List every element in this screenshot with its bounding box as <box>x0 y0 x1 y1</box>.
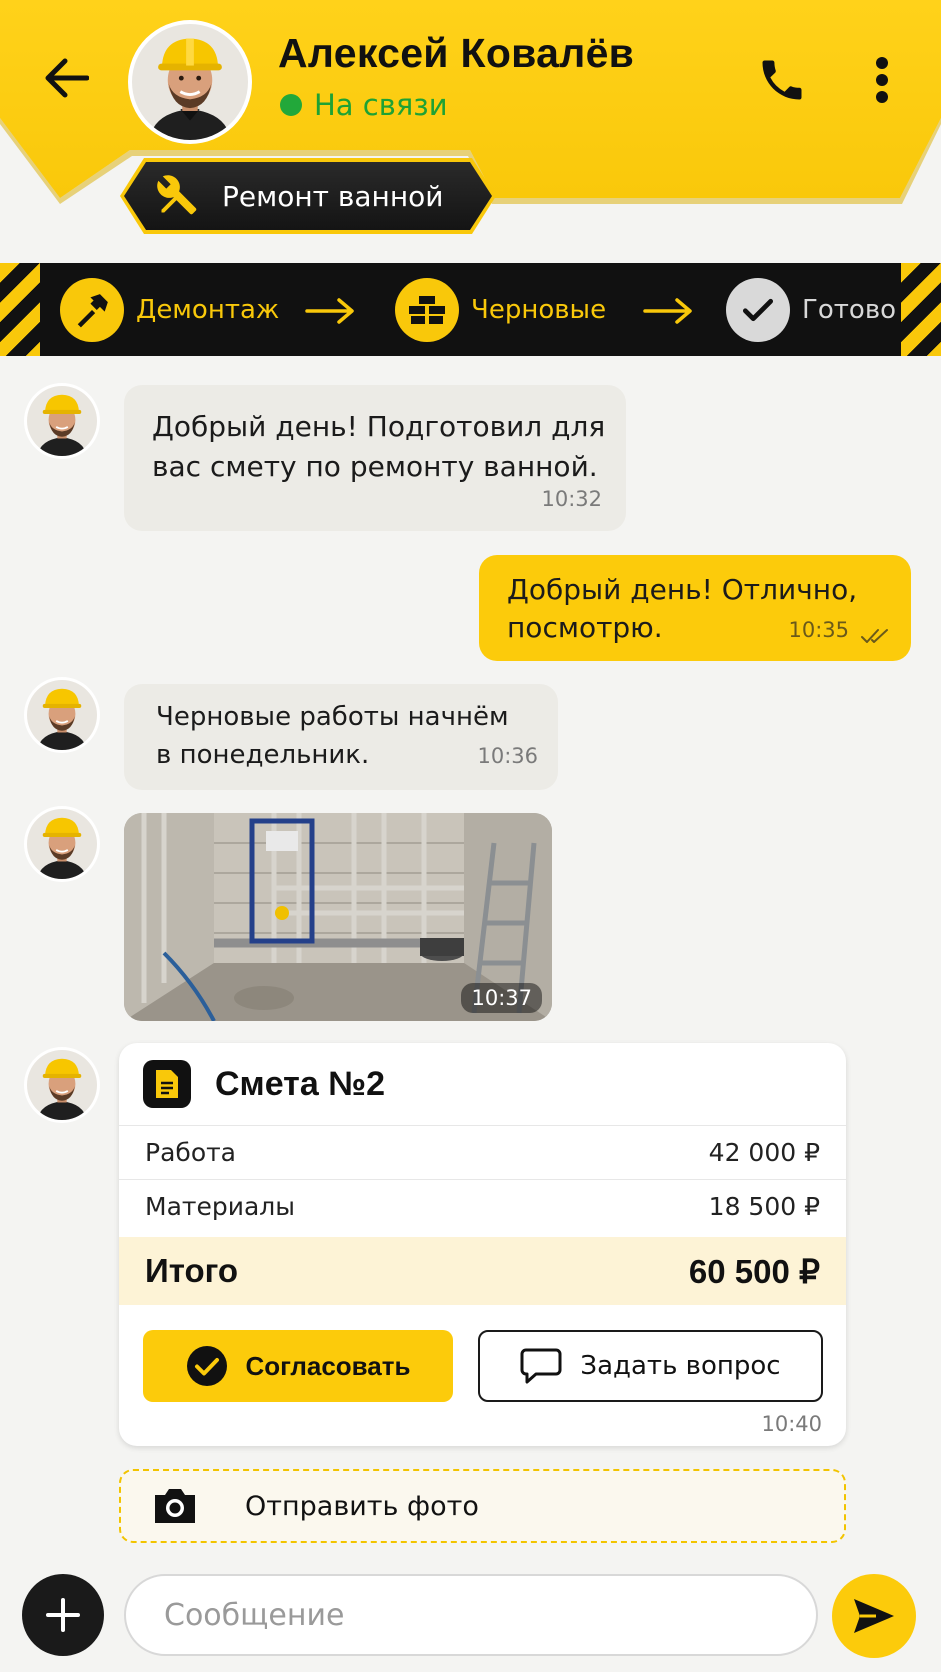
ask-question-button[interactable]: Задать вопрос <box>478 1330 823 1402</box>
message-bubble-incoming[interactable]: Добрый день! Подготовил для вас смету по… <box>124 385 626 531</box>
chat-bubble-icon <box>520 1348 562 1384</box>
message-time: 10:35 <box>788 618 849 642</box>
message-line: Добрый день! Подготовил для <box>152 410 606 443</box>
hazard-stripes-left <box>0 263 40 356</box>
message-line: Черновые работы начнём <box>156 702 509 732</box>
double-check-read-icon <box>861 629 888 643</box>
approve-button[interactable]: Согласовать <box>143 1330 453 1402</box>
message-bubble-incoming[interactable]: Черновые работы начнём в понедельник. 10… <box>124 684 558 790</box>
send-photo-button[interactable]: Отправить фото <box>119 1469 846 1543</box>
estimate-row-label: Работа <box>145 1138 236 1167</box>
estimate-row-label: Материалы <box>145 1192 295 1221</box>
message-line: вас смету по ремонту ванной. <box>152 450 598 483</box>
send-photo-label: Отправить фото <box>245 1490 479 1522</box>
status-text: На связи <box>314 88 448 122</box>
contact-avatar-small[interactable] <box>24 1047 100 1123</box>
check-icon <box>726 278 790 342</box>
message-input[interactable] <box>124 1574 818 1656</box>
avatar-image <box>27 386 97 456</box>
stage-label: Готово <box>802 295 897 325</box>
message-text: Добрый день! Подготовил для вас смету по… <box>152 407 605 487</box>
estimate-row-value: 18 500 ₽ <box>708 1192 820 1221</box>
composer-bar <box>0 1562 941 1672</box>
online-dot-icon <box>280 94 302 116</box>
more-vertical-icon <box>876 57 888 103</box>
work-stages-strip: Демонтаж Черновые Готово <box>0 263 941 356</box>
send-icon <box>854 1599 894 1633</box>
plus-icon <box>46 1598 80 1632</box>
stage-demolition[interactable]: Демонтаж <box>60 277 279 343</box>
arrow-right-icon <box>305 298 354 324</box>
contact-avatar-small[interactable] <box>24 806 100 882</box>
approve-label: Согласовать <box>245 1350 411 1381</box>
attach-button[interactable] <box>22 1574 104 1656</box>
camera-icon <box>155 1489 195 1523</box>
contact-avatar-small[interactable] <box>24 383 100 459</box>
stage-label: Демонтаж <box>136 295 280 325</box>
message-time: 10:32 <box>541 487 602 511</box>
estimate-header: Смета №2 <box>119 1043 846 1125</box>
project-tag[interactable]: Ремонт ванной <box>124 162 492 230</box>
message-line: в понедельник. <box>156 740 370 770</box>
message-line: Добрый день! Отлично, <box>507 573 858 606</box>
estimate-title: Смета №2 <box>215 1064 385 1103</box>
more-options-button[interactable] <box>862 52 902 108</box>
total-value: 60 500 ₽ <box>688 1252 820 1290</box>
estimate-row: Работа 42 000 ₽ <box>119 1125 846 1179</box>
contact-avatar[interactable] <box>128 20 252 144</box>
call-button[interactable] <box>752 50 812 110</box>
arrow-left-icon <box>45 58 89 98</box>
bricks-icon <box>395 278 459 342</box>
message-text: Черновые работы начнём в понедельник. <box>156 698 509 774</box>
photo-message[interactable]: 10:37 <box>124 813 552 1021</box>
message-time: 10:36 <box>477 744 538 768</box>
back-button[interactable] <box>38 50 94 106</box>
contact-name: Алексей Ковалёв <box>278 30 635 76</box>
estimate-total-row: Итого 60 500 ₽ <box>119 1237 846 1305</box>
stage-label: Черновые <box>471 295 607 325</box>
estimate-row: Материалы 18 500 ₽ <box>119 1179 846 1233</box>
avatar-image <box>132 24 248 140</box>
hammer-icon <box>60 278 124 342</box>
total-label: Итого <box>145 1252 239 1289</box>
estimate-row-value: 42 000 ₽ <box>708 1138 820 1167</box>
send-button[interactable] <box>832 1574 916 1658</box>
message-time: 10:37 <box>461 983 542 1013</box>
estimate-card: Смета №2 Работа 42 000 ₽ Материалы 18 50… <box>119 1043 846 1446</box>
stage-rough-work[interactable]: Черновые <box>395 277 606 343</box>
contact-avatar-small[interactable] <box>24 677 100 753</box>
phone-icon <box>762 60 802 100</box>
project-tag-label: Ремонт ванной <box>222 179 444 213</box>
stage-done[interactable]: Готово <box>726 277 896 343</box>
avatar-image <box>27 809 97 879</box>
avatar-image <box>27 680 97 750</box>
presence-status: На связи <box>280 88 448 122</box>
avatar-image <box>27 1050 97 1120</box>
document-icon <box>143 1060 191 1108</box>
tools-icon <box>157 175 197 215</box>
arrow-right-icon <box>643 298 692 324</box>
ask-question-label: Задать вопрос <box>580 1351 781 1381</box>
hazard-stripes-right <box>901 263 941 356</box>
check-circle-icon <box>186 1346 227 1386</box>
message-bubble-outgoing[interactable]: Добрый день! Отлично, посмотрю. 10:35 <box>479 555 911 661</box>
message-time: 10:40 <box>761 1412 822 1436</box>
